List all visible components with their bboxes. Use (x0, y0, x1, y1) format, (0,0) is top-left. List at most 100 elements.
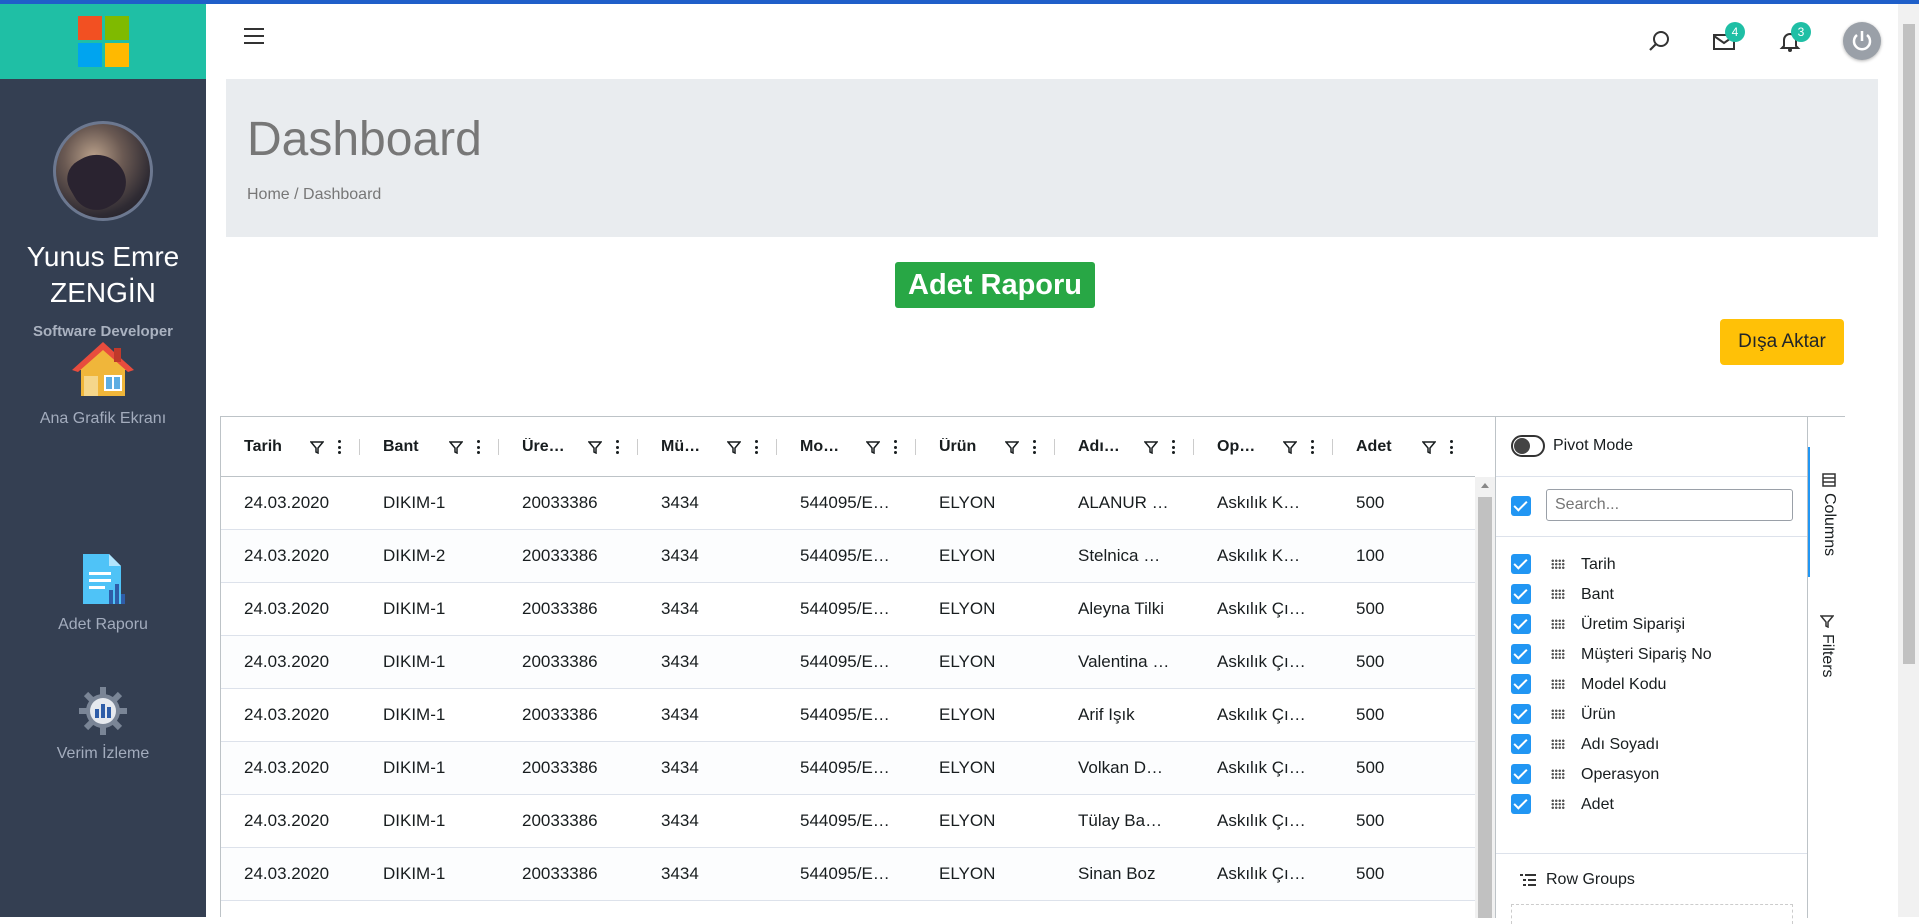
cell-tarih[interactable]: 24.03.2020 (244, 689, 353, 741)
cell-model-kodu[interactable]: 544095/E… (800, 636, 909, 688)
cell-bant[interactable]: DIKIM-1 (383, 742, 492, 794)
column-toggle-model-kodu[interactable]: Model Kodu (1496, 669, 1808, 699)
pivot-mode-toggle[interactable] (1511, 435, 1545, 457)
column-header-uretim-siparisi[interactable]: Üre… (499, 417, 638, 477)
cell-adi-soyadi[interactable]: Valentina … (1078, 636, 1187, 688)
drag-handle-icon[interactable] (1551, 769, 1565, 779)
column-header-urun[interactable]: Ürün (916, 417, 1055, 477)
drag-handle-icon[interactable] (1551, 679, 1565, 689)
cell-adet[interactable]: 500 (1356, 636, 1468, 688)
cell-bant[interactable]: DIKIM-1 (383, 636, 492, 688)
cell-uretim-siparisi[interactable]: 20033386 (522, 848, 631, 900)
column-header-adet[interactable]: Adet (1333, 417, 1475, 477)
cell-tarih[interactable]: 24.03.2020 (244, 636, 353, 688)
table-row[interactable]: 24.03.2020 DIKIM-1 20033386 3434 544095/E… EL… (221, 583, 1475, 636)
filter-icon[interactable] (588, 440, 602, 454)
cell-urun[interactable]: ELYON (939, 742, 1048, 794)
cell-bant[interactable]: DIKIM-1 (383, 477, 492, 529)
filter-icon[interactable] (1005, 440, 1019, 454)
cell-tarih[interactable]: 24.03.2020 (244, 477, 353, 529)
drag-handle-icon[interactable] (1551, 649, 1565, 659)
column-visible-checkbox[interactable] (1511, 584, 1531, 604)
sidebar-item-adet-raporu[interactable]: Adet Raporu (0, 552, 206, 634)
sidebar-item-verim-izleme[interactable]: Verim İzleme (0, 687, 206, 763)
cell-adet[interactable]: 500 (1356, 742, 1468, 794)
sidebar-item-ana-grafik[interactable]: Ana Grafik Ekranı (0, 340, 206, 428)
cell-adi-soyadi[interactable]: Sinan Boz (1078, 848, 1187, 900)
cell-bant[interactable]: DIKIM-1 (383, 689, 492, 741)
table-row[interactable]: 24.03.2020 DIKIM-2 20033386 3434 544095/E… EL… (221, 530, 1475, 583)
column-menu-icon[interactable] (1450, 440, 1454, 454)
breadcrumb[interactable]: Home / Dashboard (247, 186, 381, 204)
cell-tarih[interactable]: 24.03.2020 (244, 530, 353, 582)
column-toggle-bant[interactable]: Bant (1496, 579, 1808, 609)
avatar[interactable] (53, 121, 153, 221)
cell-adi-soyadi[interactable]: Volkan D… (1078, 742, 1187, 794)
cell-musteri-siparis-no[interactable]: 3434 (661, 742, 770, 794)
power-button[interactable] (1843, 22, 1881, 60)
cell-musteri-siparis-no[interactable]: 3434 (661, 583, 770, 635)
column-visible-checkbox[interactable] (1511, 734, 1531, 754)
tab-columns[interactable]: Columns (1808, 447, 1847, 577)
column-visible-checkbox[interactable] (1511, 794, 1531, 814)
cell-model-kodu[interactable]: 544095/E… (800, 795, 909, 847)
column-toggle-tarih[interactable]: Tarih (1496, 549, 1808, 579)
filter-icon[interactable] (1422, 440, 1436, 454)
cell-operasyon[interactable]: Askılık Çı… (1217, 795, 1326, 847)
cell-musteri-siparis-no[interactable]: 3434 (661, 477, 770, 529)
drag-handle-icon[interactable] (1551, 739, 1565, 749)
cell-musteri-siparis-no[interactable]: 3434 (661, 689, 770, 741)
row-groups-drop-zone[interactable] (1511, 904, 1793, 924)
cell-operasyon[interactable]: Askılık Çı… (1217, 636, 1326, 688)
tab-filters[interactable]: Filters (1808, 612, 1847, 712)
column-header-adi-soyadi[interactable]: Adı… (1055, 417, 1194, 477)
cell-operasyon[interactable]: Askılık K… (1217, 530, 1326, 582)
cell-model-kodu[interactable]: 544095/E… (800, 583, 909, 635)
column-menu-icon[interactable] (477, 440, 481, 454)
cell-model-kodu[interactable]: 544095/E… (800, 742, 909, 794)
cell-tarih[interactable]: 24.03.2020 (244, 795, 353, 847)
table-row[interactable]: 24.03.2020 DIKIM-1 20033386 3434 544095/E… EL… (221, 848, 1475, 901)
cell-adet[interactable]: 500 (1356, 848, 1468, 900)
cell-operasyon[interactable]: Askılık Çı… (1217, 689, 1326, 741)
cell-adet[interactable]: 500 (1356, 689, 1468, 741)
cell-model-kodu[interactable]: 544095/E… (800, 530, 909, 582)
filter-icon[interactable] (1283, 440, 1297, 454)
cell-bant[interactable]: DIKIM-1 (383, 848, 492, 900)
notifications-button[interactable]: 3 (1777, 22, 1811, 54)
cell-musteri-siparis-no[interactable]: 3434 (661, 848, 770, 900)
cell-adet[interactable]: 500 (1356, 583, 1468, 635)
column-menu-icon[interactable] (1311, 440, 1315, 454)
cell-bant[interactable]: DIKIM-1 (383, 795, 492, 847)
cell-operasyon[interactable]: Askılık Çı… (1217, 848, 1326, 900)
scroll-up-icon[interactable] (1481, 483, 1489, 488)
column-menu-icon[interactable] (1033, 440, 1037, 454)
column-menu-icon[interactable] (616, 440, 620, 454)
column-header-bant[interactable]: Bant (360, 417, 499, 477)
table-row[interactable]: 24.03.2020 DIKIM-1 20033386 3434 544095/E… EL… (221, 795, 1475, 848)
column-header-musteri-siparis-no[interactable]: Mü… (638, 417, 777, 477)
drag-handle-icon[interactable] (1551, 559, 1565, 569)
cell-adi-soyadi[interactable]: Arif Işık (1078, 689, 1187, 741)
column-header-tarih[interactable]: Tarih (221, 417, 360, 477)
cell-model-kodu[interactable]: 544095/E… (800, 689, 909, 741)
grid-vertical-scrollbar[interactable] (1475, 477, 1495, 918)
logo-area[interactable] (0, 4, 206, 79)
cell-bant[interactable]: DIKIM-2 (383, 530, 492, 582)
cell-operasyon[interactable]: Askılık Çı… (1217, 742, 1326, 794)
cell-tarih[interactable]: 24.03.2020 (244, 848, 353, 900)
cell-adi-soyadi[interactable]: ALANUR … (1078, 477, 1187, 529)
cell-urun[interactable]: ELYON (939, 795, 1048, 847)
cell-operasyon[interactable]: Askılık Çı… (1217, 583, 1326, 635)
cell-adet[interactable]: 500 (1356, 795, 1468, 847)
cell-uretim-siparisi[interactable]: 20033386 (522, 795, 631, 847)
cell-urun[interactable]: ELYON (939, 477, 1048, 529)
drag-handle-icon[interactable] (1551, 709, 1565, 719)
cell-tarih[interactable]: 24.03.2020 (244, 742, 353, 794)
cell-uretim-siparisi[interactable]: 20033386 (522, 636, 631, 688)
column-menu-icon[interactable] (755, 440, 759, 454)
column-menu-icon[interactable] (338, 440, 342, 454)
search-icon[interactable] (1646, 28, 1672, 54)
filter-icon[interactable] (310, 440, 324, 454)
mail-button[interactable]: 4 (1711, 22, 1745, 54)
